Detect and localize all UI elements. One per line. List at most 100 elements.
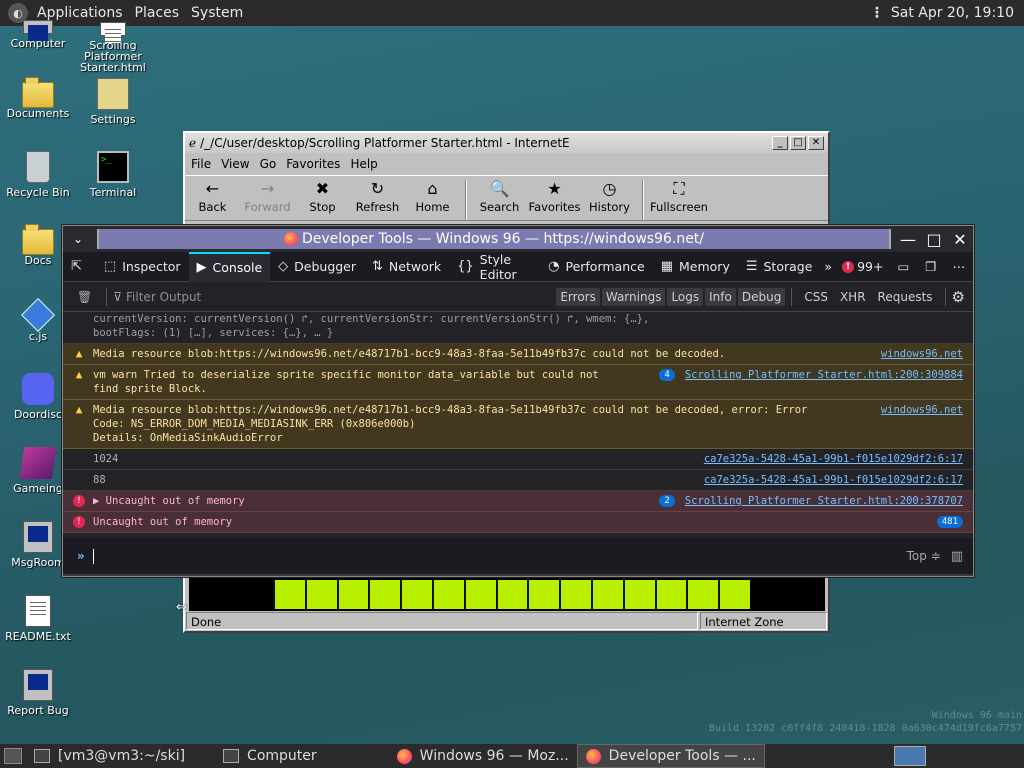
watermark-line: Build 13202 c0ff4f8 240418-1828 0a630c47…	[708, 723, 1022, 734]
context-selector[interactable]: Top ≑	[907, 549, 941, 563]
console-input[interactable]: » Top ≑ ▥	[63, 538, 973, 574]
desktop-icon-recycle-bin[interactable]: Recycle Bin	[1, 151, 75, 198]
message-source-link[interactable]: windows96.net	[881, 403, 963, 445]
show-desktop-icon[interactable]	[4, 748, 22, 764]
editor-mode-icon[interactable]: ▥	[951, 549, 963, 564]
dock-button[interactable]: ❐	[917, 252, 944, 282]
message-source-link[interactable]: Scrolling Platformer Starter.html:200:30…	[685, 368, 963, 396]
message-source-link[interactable]: ca7e325a-5428-45a1-99b1-f015e1029df2:6:1…	[704, 473, 963, 487]
filter-info-button[interactable]: Info	[705, 287, 736, 306]
devtools-menu-button[interactable]: ⋯	[945, 252, 974, 282]
menu-help[interactable]: Help	[350, 157, 377, 171]
tab-network[interactable]: ⇅ Network	[364, 252, 449, 282]
console-message[interactable]: ▲ Media resource blob:https://windows96.n…	[63, 344, 973, 365]
minimize-icon[interactable]: —	[895, 230, 921, 249]
cube-icon	[19, 447, 57, 479]
filter-debug-button[interactable]: Debug	[737, 287, 786, 306]
desktop-icon-report-bug[interactable]: Report Bug	[1, 669, 75, 716]
menu-applications[interactable]: Applications	[31, 5, 129, 21]
game-canvas[interactable]	[273, 580, 750, 609]
forward-button[interactable]: → Forward	[240, 178, 295, 214]
tab-console[interactable]: ▶ Console	[188, 251, 271, 282]
message-source-link[interactable]: Scrolling Platformer Starter.html:200:37…	[685, 494, 963, 508]
menu-view[interactable]: View	[221, 157, 249, 171]
console-message[interactable]: 1024 ca7e325a-5428-45a1-99b1-f015e1029df2…	[63, 449, 973, 470]
message-source-link[interactable]: ca7e325a-5428-45a1-99b1-f015e1029df2:6:1…	[704, 452, 963, 466]
filter-errors-button[interactable]: Errors	[556, 287, 600, 306]
fullscreen-button[interactable]: ⛶ Fullscreen	[649, 178, 709, 214]
console-message[interactable]: ▲ Media resource blob:https://windows96.n…	[63, 400, 973, 449]
devtools-tab-bar: ⇱ ⬚ Inspector ▶ Console ◇ Debugger ⇅ Network…	[63, 251, 974, 282]
tab-style-editor[interactable]: {} Style Editor	[449, 252, 540, 282]
taskbar-item-devtools[interactable]: Developer Tools — ...	[576, 744, 765, 768]
developer-tools-window[interactable]: ⌄ Developer Tools — Windows 96 — https:/…	[62, 225, 974, 577]
desktop-icon-settings[interactable]: Settings	[76, 78, 150, 125]
responsive-icon: ▭	[897, 259, 910, 274]
message-source-link[interactable]: windows96.net	[881, 347, 963, 361]
ie-page-content[interactable]	[189, 573, 825, 611]
desktop-icon-computer[interactable]: Computer	[1, 20, 75, 49]
gear-icon[interactable]: ⚙	[952, 288, 965, 306]
responsive-design-button[interactable]: ▭	[889, 252, 917, 282]
tab-inspector[interactable]: ⬚ Inspector	[96, 252, 189, 282]
filter-xhr-button[interactable]: XHR	[840, 290, 866, 304]
more-tabs-button[interactable]: »	[820, 252, 836, 282]
warning-icon: ▲	[75, 368, 83, 381]
desktop-icon-documents[interactable]: Documents	[1, 77, 75, 119]
filter-css-button[interactable]: CSS	[804, 290, 828, 304]
stop-button[interactable]: ✖ Stop	[295, 178, 350, 214]
close-icon[interactable]: ✕	[947, 230, 973, 249]
menu-go[interactable]: Go	[260, 157, 277, 171]
filter-logs-button[interactable]: Logs	[667, 287, 704, 306]
message-text[interactable]: ▶ Uncaught out of memory	[93, 494, 653, 508]
taskbar-item-computer[interactable]: Computer	[215, 744, 325, 768]
console-output[interactable]: currentVersion: currentVersion() ↱, curr…	[63, 312, 973, 538]
ie-title-bar[interactable]: ℯ /_/C/user/desktop/Scrolling Platformer…	[185, 133, 828, 153]
favorites-button[interactable]: ★ Favorites	[527, 178, 582, 214]
search-button[interactable]: 🔍 Search	[472, 178, 527, 214]
stop-icon: ✖	[315, 179, 330, 198]
tab-storage[interactable]: ☰ Storage	[738, 252, 821, 282]
chevron-down-icon[interactable]: ⌄	[63, 232, 93, 246]
pick-element-button[interactable]: ⇱	[63, 252, 96, 282]
back-button[interactable]: ← Back	[185, 178, 240, 214]
toolbar-separator	[642, 180, 644, 220]
workspace-switcher[interactable]	[894, 746, 926, 766]
desktop-icon-readme[interactable]: README.txt	[1, 595, 75, 642]
toolbar-label: History	[589, 200, 630, 214]
menu-file[interactable]: File	[191, 157, 211, 171]
console-message[interactable]: 88 ca7e325a-5428-45a1-99b1-f015e1029df2:6…	[63, 470, 973, 491]
filter-warnings-button[interactable]: Warnings	[601, 287, 666, 306]
tab-debugger[interactable]: ◇ Debugger	[270, 252, 364, 282]
console-message[interactable]: currentVersion: currentVersion() ↱, curr…	[63, 312, 973, 344]
taskbar-item-terminal[interactable]: [vm3@vm3:~/ski]	[26, 744, 193, 768]
tab-memory[interactable]: ▦ Memory	[653, 252, 738, 282]
close-icon[interactable]: ✕	[808, 136, 824, 150]
clock[interactable]: Sat Apr 20, 19:10	[891, 5, 1014, 21]
console-message[interactable]: ! Uncaught out of memory 481	[63, 512, 973, 533]
minimize-icon[interactable]: _	[772, 136, 788, 150]
menu-system[interactable]: System	[185, 5, 249, 21]
console-message[interactable]: ▲ vm warn Tried to deserialize sprite spe…	[63, 365, 973, 400]
desktop-icon-terminal[interactable]: Terminal	[76, 151, 150, 198]
error-count-badge[interactable]: ! 99+	[836, 259, 889, 274]
game-block	[336, 580, 369, 609]
kebab-menu-icon[interactable]: ⋮	[870, 5, 884, 21]
console-message[interactable]: ! ▶ Uncaught out of memory 2 Scrolling Plat…	[63, 491, 973, 512]
filter-requests-button[interactable]: Requests	[878, 290, 933, 304]
taskbar-item-windows96[interactable]: Windows 96 — Moz...	[389, 744, 577, 768]
refresh-button[interactable]: ↻ Refresh	[350, 178, 405, 214]
trash-icon[interactable]: 🗑	[77, 290, 92, 304]
devtools-title: Developer Tools — Windows 96 — https://w…	[97, 229, 891, 249]
tab-performance[interactable]: ◔ Performance	[540, 252, 653, 282]
maximize-icon[interactable]: □	[921, 230, 947, 249]
menu-favorites[interactable]: Favorites	[286, 157, 340, 171]
desktop-icon-html-file[interactable]: Scrolling Platformer Starter.html	[76, 22, 150, 73]
filter-output-input[interactable]: Filter Output	[122, 290, 554, 304]
maximize-icon[interactable]: □	[790, 136, 806, 150]
home-button[interactable]: ⌂ Home	[405, 178, 460, 214]
history-button[interactable]: ◷ History	[582, 178, 637, 214]
tab-label: Console	[212, 260, 263, 275]
devtools-title-bar[interactable]: ⌄ Developer Tools — Windows 96 — https:/…	[63, 226, 973, 252]
menu-places[interactable]: Places	[129, 5, 186, 21]
